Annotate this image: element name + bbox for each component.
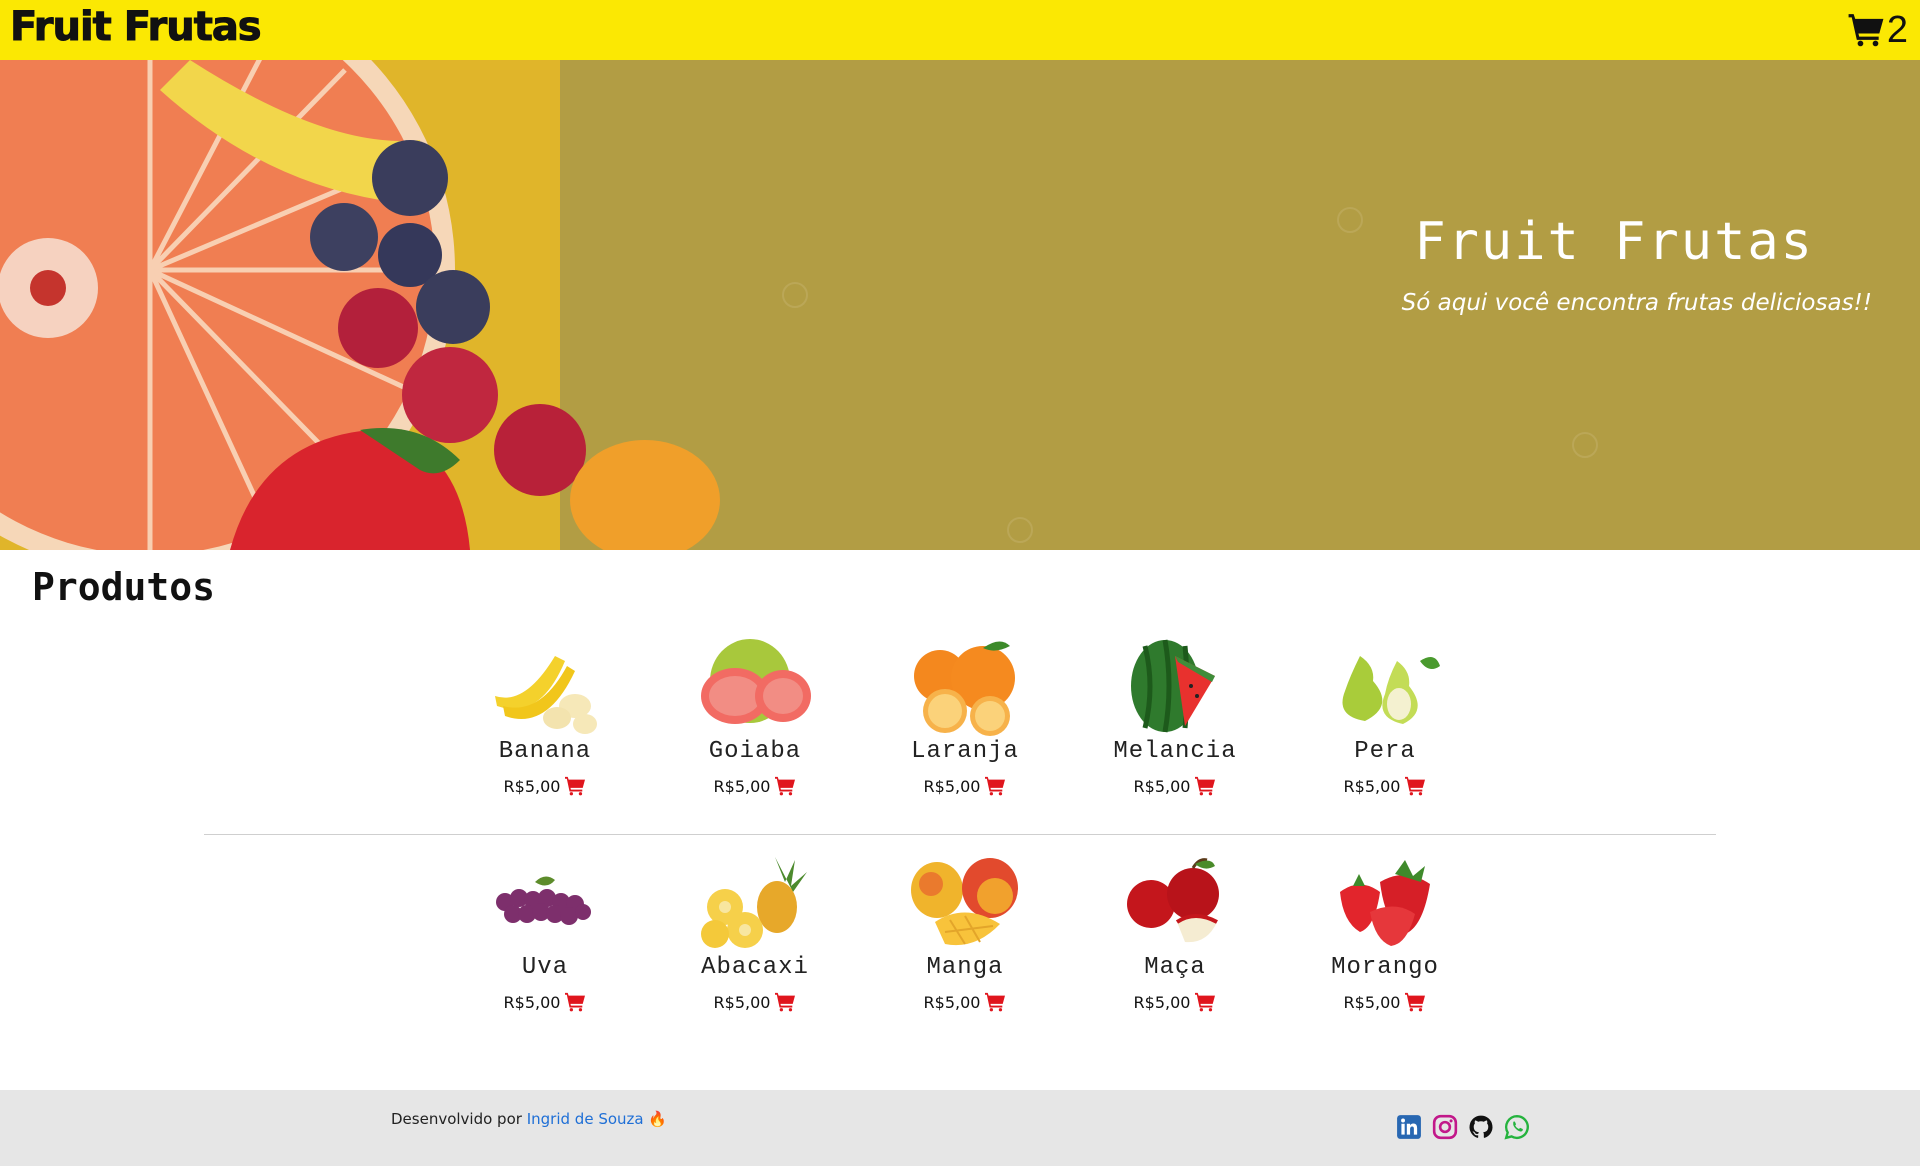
product-price: R$5,00 — [1343, 776, 1401, 796]
hero-banner: Fruit Frutas Só aqui você encontra fruta… — [0, 60, 1920, 550]
fire-emoji: 🔥 — [648, 1110, 668, 1128]
product-price: R$5,00 — [713, 992, 771, 1012]
add-to-cart-icon[interactable] — [774, 992, 796, 1012]
mango-icon — [905, 852, 1025, 952]
product-row-1: Banana R$5,00 Goiaba R$5,00 Laranja R$5,… — [440, 636, 1490, 796]
product-price: R$5,00 — [1133, 992, 1191, 1012]
cart-count: 2 — [1886, 9, 1908, 51]
brand-logo[interactable]: Fruit Frutas — [10, 4, 263, 51]
product-price: R$5,00 — [1343, 992, 1401, 1012]
product-name: Uva — [521, 954, 569, 981]
product-name: Banana — [498, 738, 592, 765]
watermelon-icon — [1115, 636, 1235, 736]
apple-icon — [1115, 852, 1235, 952]
pineapple-icon — [695, 852, 815, 952]
grapes-icon — [485, 852, 605, 952]
add-to-cart-icon[interactable] — [774, 776, 796, 796]
product-price: R$5,00 — [923, 992, 981, 1012]
product-card-manga[interactable]: Manga R$5,00 — [860, 852, 1070, 1012]
author-link[interactable]: Ingrid de Souza — [527, 1110, 644, 1128]
add-to-cart-icon[interactable] — [564, 776, 586, 796]
product-price: R$5,00 — [713, 776, 771, 796]
product-name: Maça — [1144, 954, 1206, 981]
add-to-cart-icon[interactable] — [564, 992, 586, 1012]
product-card-abacaxi[interactable]: Abacaxi R$5,00 — [650, 852, 860, 1012]
row-divider — [204, 834, 1716, 835]
whatsapp-icon[interactable] — [1504, 1114, 1530, 1140]
add-to-cart-icon[interactable] — [1194, 776, 1216, 796]
footer: Desenvolvido por Ingrid de Souza 🔥 — [0, 1090, 1920, 1166]
add-to-cart-icon[interactable] — [984, 776, 1006, 796]
product-row-2: Uva R$5,00 Abacaxi R$5,00 Manga R$5,00 M… — [440, 852, 1490, 1012]
product-card-banana[interactable]: Banana R$5,00 — [440, 636, 650, 796]
add-to-cart-icon[interactable] — [1404, 776, 1426, 796]
product-name: Manga — [926, 954, 1004, 981]
product-card-goiaba[interactable]: Goiaba R$5,00 — [650, 636, 860, 796]
github-icon[interactable] — [1468, 1114, 1494, 1140]
cart-button[interactable]: 2 — [1847, 8, 1908, 52]
add-to-cart-icon[interactable] — [1404, 992, 1426, 1012]
product-price: R$5,00 — [503, 992, 561, 1012]
product-name: Goiaba — [708, 738, 802, 765]
pear-icon — [1325, 636, 1445, 736]
product-card-morango[interactable]: Morango R$5,00 — [1280, 852, 1490, 1012]
product-card-pera[interactable]: Pera R$5,00 — [1280, 636, 1490, 796]
strawberry-icon — [1325, 852, 1445, 952]
product-price: R$5,00 — [923, 776, 981, 796]
guava-icon — [695, 636, 815, 736]
products-heading: Produtos — [32, 565, 216, 609]
product-name: Abacaxi — [701, 954, 809, 981]
product-name: Melancia — [1113, 738, 1237, 765]
product-card-melancia[interactable]: Melancia R$5,00 — [1070, 636, 1280, 796]
add-to-cart-icon[interactable] — [984, 992, 1006, 1012]
product-card-laranja[interactable]: Laranja R$5,00 — [860, 636, 1070, 796]
product-card-uva[interactable]: Uva R$5,00 — [440, 852, 650, 1012]
linkedin-icon[interactable] — [1396, 1114, 1422, 1140]
instagram-icon[interactable] — [1432, 1114, 1458, 1140]
top-navbar: Fruit Frutas 2 — [0, 0, 1920, 60]
product-card-maca[interactable]: Maça R$5,00 — [1070, 852, 1280, 1012]
product-price: R$5,00 — [1133, 776, 1191, 796]
credit-prefix: Desenvolvido por — [391, 1110, 522, 1128]
product-price: R$5,00 — [503, 776, 561, 796]
social-links — [1396, 1114, 1530, 1140]
product-name: Laranja — [911, 738, 1019, 765]
hero-subtitle: Só aqui você encontra frutas deliciosas!… — [1401, 290, 1872, 316]
hero-title: Fruit Frutas — [1414, 212, 1814, 272]
cart-icon — [1848, 14, 1884, 47]
product-name: Pera — [1354, 738, 1416, 765]
add-to-cart-icon[interactable] — [1194, 992, 1216, 1012]
product-name: Morango — [1331, 954, 1439, 981]
banana-icon — [485, 636, 605, 736]
footer-credit: Desenvolvido por Ingrid de Souza 🔥 — [391, 1110, 667, 1128]
orange-icon — [905, 636, 1025, 736]
